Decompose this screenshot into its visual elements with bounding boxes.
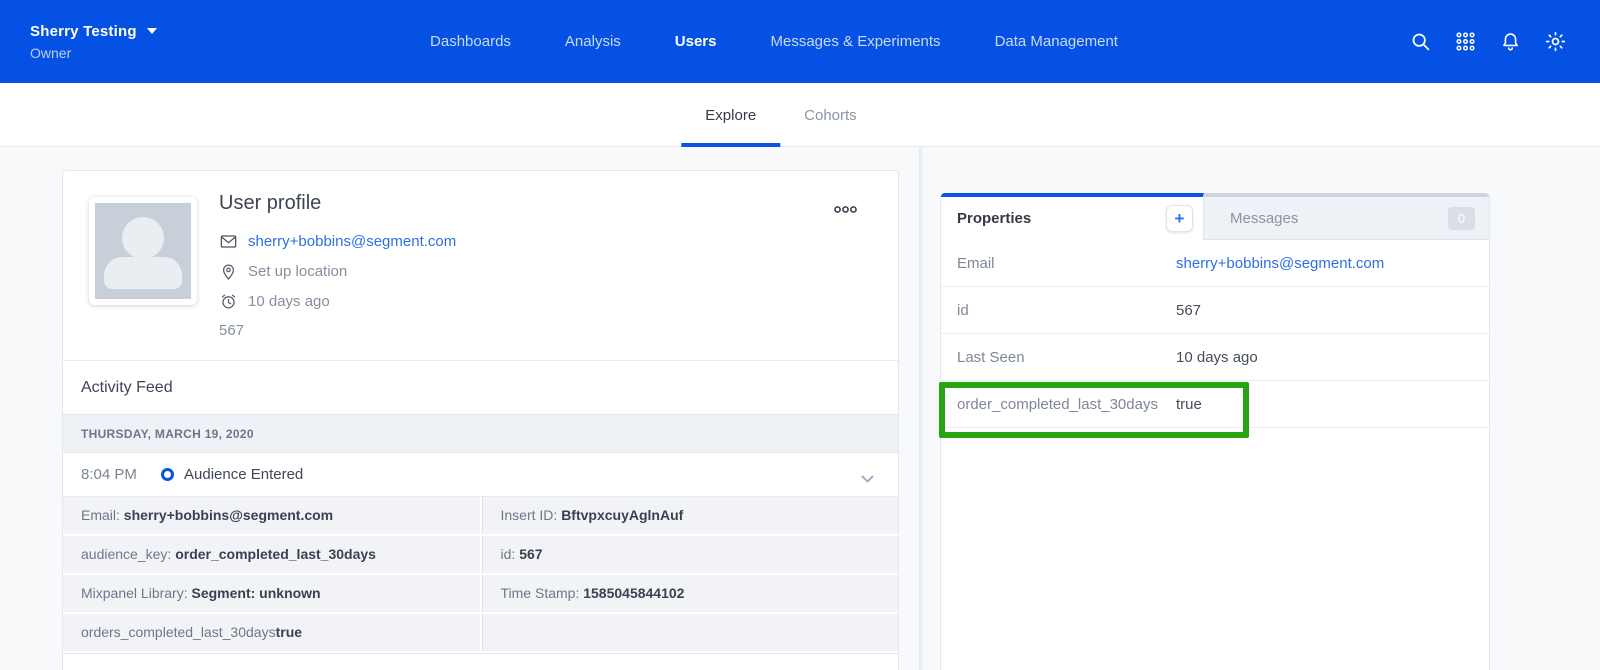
more-options-icon[interactable] [834,201,857,219]
pane-divider [919,147,922,670]
settings-gear-icon[interactable] [1545,31,1566,52]
nav-dashboards[interactable]: Dashboards [430,33,511,50]
project-role: Owner [30,45,157,61]
tab-cohorts-label: Cohorts [804,107,857,124]
set-up-location-link[interactable]: Set up location [248,263,347,280]
top-navigation-bar: Sherry Testing Owner Dashboards Analysis… [0,0,1600,83]
project-name: Sherry Testing [30,23,137,40]
main-content: User profile sherry+bobbins@segment.com … [0,147,1600,670]
nav-data-management[interactable]: Data Management [995,33,1118,50]
event-prop-cell: audience_key: order_completed_last_30day… [63,536,480,573]
messages-count-badge: 0 [1448,207,1475,230]
event-row-audience-entered[interactable]: 8:04 PM Audience Entered [63,453,898,497]
profile-header: User profile sherry+bobbins@segment.com … [63,171,898,361]
activity-feed-title: Activity Feed [63,361,898,414]
tab-properties[interactable]: Properties + [941,193,1204,240]
properties-panel: Properties + Messages 0 Email sherry+bob… [940,193,1490,670]
page-title: User profile [219,192,456,215]
event-prop-cell [482,614,899,651]
property-row-order-completed: order_completed_last_30days true [941,381,1489,428]
search-icon[interactable] [1410,31,1431,52]
user-profile-card: User profile sherry+bobbins@segment.com … [62,170,899,670]
event-prop-cell: Insert ID: BftvpxcuyAglnAuf [482,497,899,534]
tab-explore-label: Explore [705,107,756,124]
distinct-id: 567 [219,322,456,339]
profile-email-link[interactable]: sherry+bobbins@segment.com [248,233,456,250]
collapse-chevron-icon[interactable] [861,471,874,489]
nav-analysis[interactable]: Analysis [565,33,621,50]
nav-messages-experiments[interactable]: Messages & Experiments [770,33,940,50]
event-time: 8:04 PM [81,466,147,483]
location-pin-icon [219,262,238,281]
tab-cohorts[interactable]: Cohorts [780,83,881,147]
event-prop-cell: id: 567 [482,536,899,573]
apps-grid-icon[interactable] [1455,31,1476,52]
property-email-link[interactable]: sherry+bobbins@segment.com [1176,255,1384,272]
event-name: Audience Entered [184,466,303,483]
avatar [89,197,197,305]
tab-messages-label: Messages [1230,210,1298,227]
last-seen-text: 10 days ago [248,293,330,310]
users-subnav: Explore Cohorts [0,83,1600,147]
add-property-button[interactable]: + [1166,205,1193,232]
main-nav: Dashboards Analysis Users Messages & Exp… [430,33,1118,50]
notifications-bell-icon[interactable] [1500,31,1521,52]
chevron-down-icon [147,28,157,34]
activity-date-header: THURSDAY, MARCH 19, 2020 [63,414,898,453]
envelope-icon [219,232,238,251]
project-switcher[interactable]: Sherry Testing Owner [0,23,157,61]
event-prop-cell: orders_completed_last_30daystrue [63,614,480,651]
property-row-id: id 567 [941,287,1489,334]
property-row-email: Email sherry+bobbins@segment.com [941,240,1489,287]
event-prop-cell: Email: sherry+bobbins@segment.com [63,497,480,534]
event-bullet-icon [161,468,174,481]
clock-icon [219,292,238,311]
tab-messages[interactable]: Messages 0 [1204,193,1489,240]
event-prop-cell: Time Stamp: 1585045844102 [482,575,899,612]
tab-properties-label: Properties [957,210,1031,227]
event-prop-cell: Mixpanel Library: Segment: unknown [63,575,480,612]
nav-users[interactable]: Users [675,33,717,50]
tab-explore[interactable]: Explore [681,83,780,147]
property-row-last-seen: Last Seen 10 days ago [941,334,1489,381]
event-properties-table: Email: sherry+bobbins@segment.com Insert… [63,497,898,654]
